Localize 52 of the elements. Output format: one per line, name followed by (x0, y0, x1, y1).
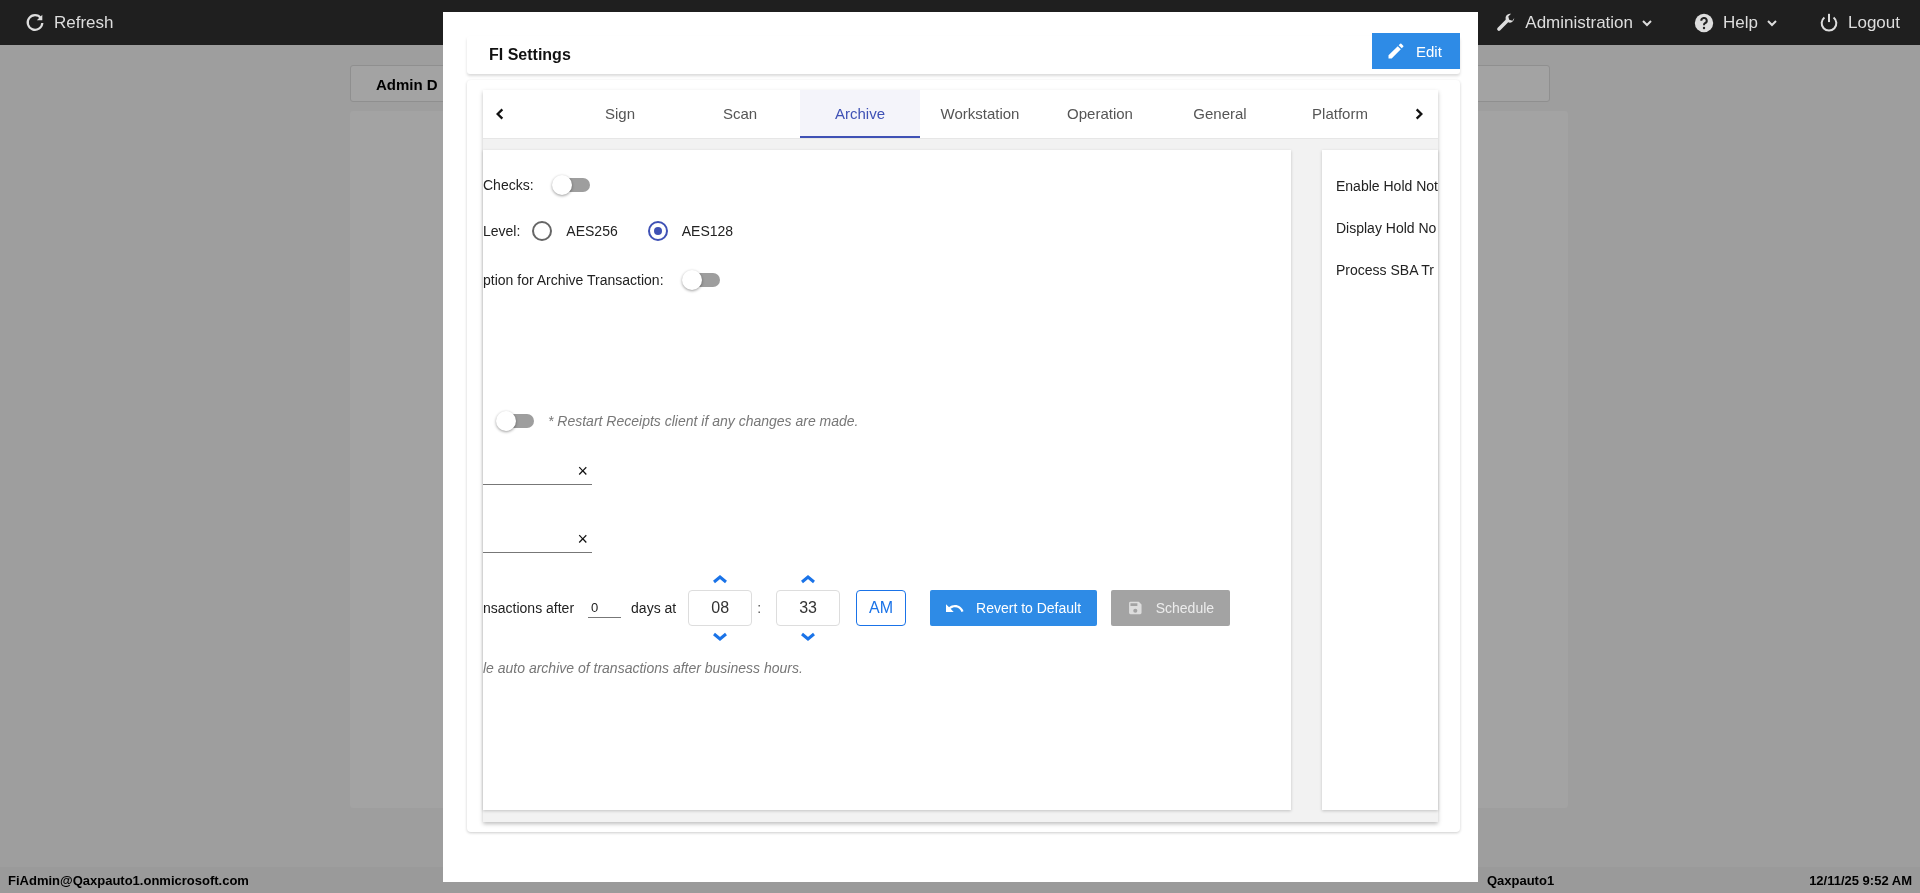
tab[interactable]: Archive (800, 90, 920, 138)
setting-label: Level: (483, 223, 521, 239)
clear-button[interactable]: × (577, 528, 588, 550)
power-icon (1818, 11, 1840, 34)
toggle-switch[interactable] (498, 414, 534, 428)
dialog-title: FI Settings (489, 46, 571, 64)
tab[interactable]: Workstation (920, 90, 1040, 138)
chevron-up-icon[interactable] (712, 574, 729, 584)
radio-button[interactable] (532, 221, 553, 241)
fi-name: Qaxpauto1 (1486, 872, 1555, 888)
user-name: FiAdmin@Qaxpauto1.onmicrosoft.com (8, 872, 249, 888)
days-label: days at (631, 600, 677, 616)
revert-button[interactable]: Revert to Default (930, 590, 1098, 626)
input-field[interactable]: × (483, 458, 592, 485)
menu-button[interactable]: Administration (1495, 11, 1654, 34)
menu-button[interactable]: Logout (1818, 11, 1900, 34)
clear-button[interactable]: × (577, 460, 588, 482)
minute-field[interactable]: 33 (776, 590, 841, 626)
help-icon (1693, 11, 1716, 34)
undo-icon (946, 602, 965, 614)
toggle-switch[interactable] (553, 178, 590, 192)
refresh-button[interactable]: Refresh (24, 11, 114, 34)
setting-label: Enable Hold Not (1336, 178, 1438, 194)
option-label: AES256 (566, 223, 618, 239)
setting-label: ption for Archive Transaction: (483, 272, 664, 288)
setting-label: Process SBA Tr (1336, 262, 1436, 278)
tab[interactable]: Sign (560, 90, 680, 138)
option-label: AES128 (681, 223, 734, 239)
radio-button[interactable] (647, 221, 668, 241)
tab[interactable]: Scan (680, 90, 800, 138)
tab[interactable]: General (1160, 90, 1280, 138)
am-pm-button[interactable]: AM (856, 590, 907, 626)
chevron-up-icon[interactable] (800, 574, 817, 584)
chevron-down-icon[interactable] (712, 632, 729, 642)
tab[interactable]: Operation (1040, 90, 1160, 138)
pencil-icon (1386, 41, 1406, 61)
days-input[interactable]: 0 (588, 598, 622, 618)
setting-label: Checks: (483, 177, 534, 193)
tab[interactable]: Platform (1280, 90, 1400, 138)
chevron-down-icon[interactable] (800, 632, 817, 642)
refresh-icon (24, 11, 46, 34)
restart-note: * Restart Receipts client if any changes are made. (548, 413, 859, 429)
schedule-note: le auto archive of transactions after business hours. (483, 660, 804, 676)
toggle-switch[interactable] (683, 273, 720, 287)
edit-button[interactable]: Edit (1372, 33, 1460, 69)
hour-field[interactable]: 08 (688, 590, 753, 626)
input-field[interactable]: × (483, 526, 592, 553)
schedule-label: nsactions after (483, 600, 575, 616)
time-separator: : (757, 600, 762, 616)
date-time: 12/11/25 9:52 AM (1809, 872, 1912, 888)
setting-label: Display Hold No (1336, 220, 1438, 236)
menu-button[interactable]: Help (1693, 11, 1778, 34)
